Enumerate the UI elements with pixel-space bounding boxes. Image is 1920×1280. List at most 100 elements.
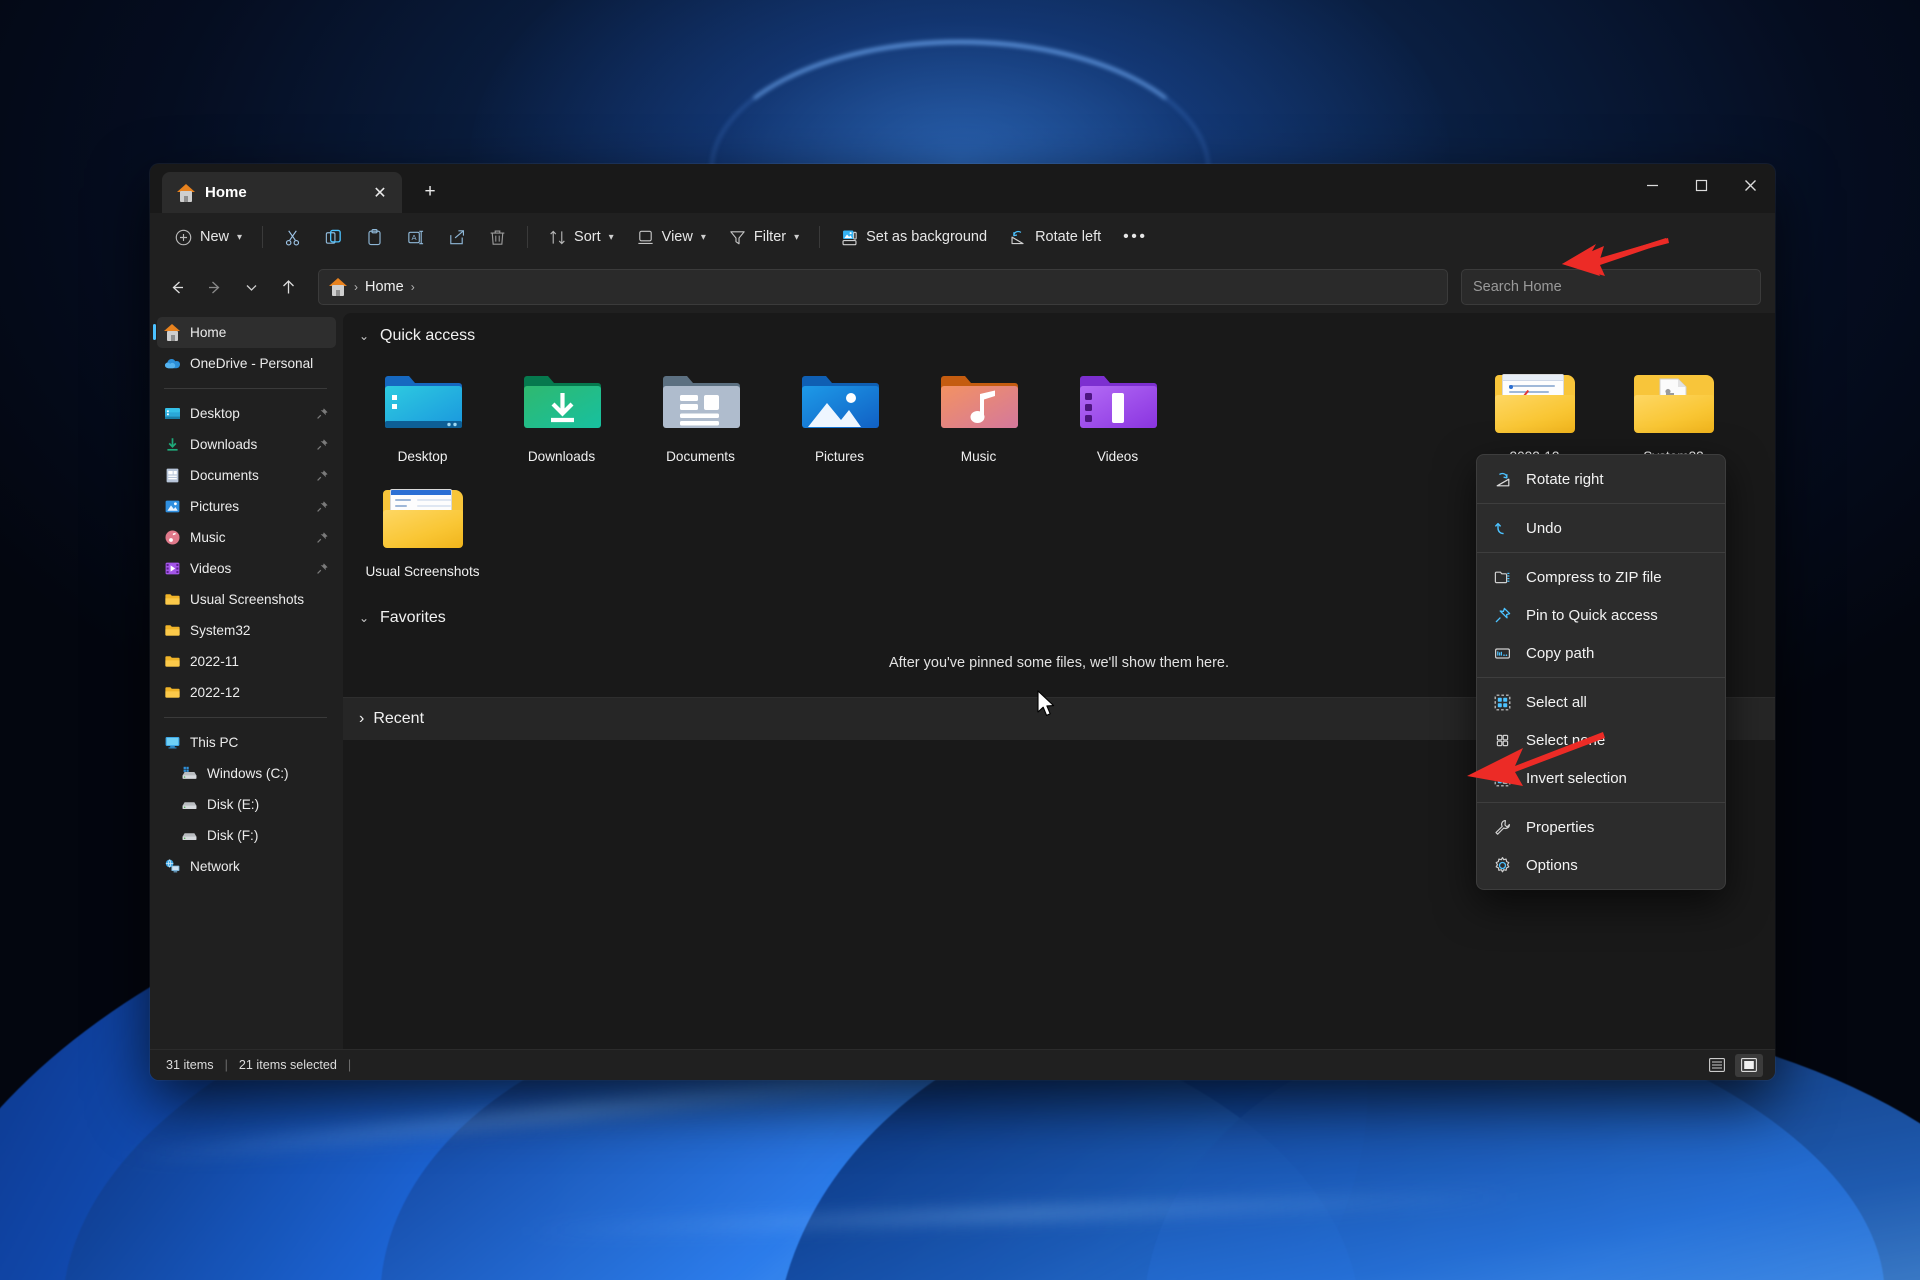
videos-folder-icon — [1072, 365, 1164, 439]
folder-icon — [165, 594, 180, 605]
rotate-left-button[interactable]: Rotate left — [999, 220, 1111, 254]
sidebar-item-desktop[interactable]: Desktop — [157, 398, 336, 429]
file-tile-videos[interactable]: Videos — [1048, 357, 1187, 472]
sidebar-item-pictures[interactable]: Pictures — [157, 491, 336, 522]
file-tile-label: Desktop — [397, 449, 448, 464]
pin-icon[interactable] — [316, 531, 329, 544]
breadcrumb-separator: › — [354, 280, 358, 294]
menu-item-rotate-right[interactable]: Rotate right — [1477, 460, 1725, 498]
breadcrumb[interactable]: › Home › — [318, 269, 1448, 305]
sidebar-item-system32[interactable]: System32 — [157, 615, 336, 646]
rename-button[interactable]: A — [396, 220, 435, 254]
navigation-sidebar[interactable]: Home OneDrive - Personal Desktop Downloa… — [150, 313, 343, 1049]
details-view-button[interactable] — [1703, 1054, 1731, 1077]
copy-button[interactable] — [314, 220, 353, 254]
sidebar-item-usual-screenshots[interactable]: Usual Screenshots — [157, 584, 336, 615]
sidebar-item-windows-c[interactable]: Windows (C:) — [157, 758, 336, 789]
sidebar-item-onedrive[interactable]: OneDrive - Personal — [157, 348, 336, 379]
minimize-button[interactable] — [1628, 164, 1677, 206]
menu-item-properties[interactable]: Properties — [1477, 808, 1725, 846]
sidebar-item-downloads[interactable]: Downloads — [157, 429, 336, 460]
menu-item-copy-path[interactable]: Copy path — [1477, 634, 1725, 672]
maximize-button[interactable] — [1677, 164, 1726, 206]
sidebar-item-music[interactable]: Music — [157, 522, 336, 553]
sidebar-item-label: Home — [190, 325, 227, 340]
menu-item-options[interactable]: Options — [1477, 846, 1725, 884]
view-button[interactable]: View ▾ — [626, 220, 716, 254]
share-icon — [450, 229, 465, 244]
drive-icon — [182, 833, 197, 840]
pin-icon — [1495, 607, 1511, 622]
forward-button[interactable] — [197, 270, 231, 304]
view-toggle-group — [1703, 1053, 1763, 1077]
music-folder-icon — [933, 365, 1025, 439]
file-tile-usual-screenshots[interactable]: Usual Screenshots — [353, 472, 492, 587]
set-as-background-label: Set as background — [866, 229, 988, 245]
paste-button[interactable] — [355, 220, 394, 254]
file-tile-label: Music — [960, 449, 997, 464]
file-tile-placeholder — [1326, 357, 1465, 472]
file-tile-music[interactable]: Music — [909, 357, 1048, 472]
recent-locations-button[interactable] — [234, 270, 268, 304]
scissors-icon — [285, 230, 300, 245]
set-as-background-button[interactable]: Set as background — [830, 220, 997, 254]
see-more-menu[interactable]: Rotate right Undo Compress to ZIP file P… — [1476, 454, 1726, 890]
title-bar: Home ✕ + — [150, 164, 1775, 213]
back-button[interactable] — [160, 270, 194, 304]
sidebar-item-home[interactable]: Home — [153, 317, 336, 348]
menu-item-undo[interactable]: Undo — [1477, 509, 1725, 547]
sidebar-item-disk-e[interactable]: Disk (E:) — [157, 789, 336, 820]
file-tile-pictures[interactable]: Pictures — [770, 357, 909, 472]
sidebar-item-documents[interactable]: Documents — [157, 460, 336, 491]
file-tile-desktop[interactable]: Desktop — [353, 357, 492, 472]
file-tile-documents[interactable]: Documents — [631, 357, 770, 472]
sidebar-item-videos[interactable]: Videos — [157, 553, 336, 584]
sidebar-item-network[interactable]: Network — [157, 851, 336, 882]
filter-button[interactable]: Filter ▾ — [718, 220, 809, 254]
pin-icon[interactable] — [316, 407, 329, 420]
see-more-button[interactable]: ••• — [1113, 220, 1157, 254]
sidebar-item-label: OneDrive - Personal — [190, 356, 314, 371]
windows-drive-icon — [182, 766, 197, 779]
annotation-arrow-see-more — [1562, 238, 1669, 276]
view-button-label: View — [661, 229, 693, 245]
breadcrumb-home[interactable]: Home — [365, 279, 404, 295]
filter-icon — [730, 230, 745, 244]
sort-button[interactable]: Sort ▾ — [538, 220, 624, 254]
sidebar-item-label: This PC — [190, 735, 239, 750]
chevron-right-icon[interactable]: › — [359, 710, 364, 728]
sidebar-item-label: 2022-11 — [190, 654, 239, 669]
tab-home[interactable]: Home ✕ — [162, 172, 402, 213]
quick-access-title: Quick access — [380, 327, 476, 344]
sidebar-item-disk-f[interactable]: Disk (F:) — [157, 820, 336, 851]
sidebar-item-this-pc[interactable]: This PC — [157, 727, 336, 758]
up-button[interactable] — [271, 270, 305, 304]
large-icons-view-button[interactable] — [1735, 1053, 1763, 1077]
chevron-down-icon[interactable]: ⌄ — [359, 329, 371, 343]
cut-button[interactable] — [273, 220, 312, 254]
pin-icon[interactable] — [316, 562, 329, 575]
sidebar-item-2022-12[interactable]: 2022-12 — [157, 677, 336, 708]
pin-icon[interactable] — [316, 469, 329, 482]
sidebar-item-2022-11[interactable]: 2022-11 — [157, 646, 336, 677]
select-all-icon — [1494, 694, 1511, 710]
new-tab-button[interactable]: + — [412, 174, 448, 210]
close-button[interactable] — [1726, 164, 1775, 206]
file-tile-downloads[interactable]: Downloads — [492, 357, 631, 472]
delete-button[interactable] — [478, 220, 517, 254]
pin-icon[interactable] — [316, 438, 329, 451]
chevron-down-icon[interactable]: ⌄ — [359, 611, 371, 625]
share-button[interactable] — [437, 220, 476, 254]
favorites-title: Favorites — [380, 608, 446, 626]
pin-icon[interactable] — [316, 500, 329, 513]
close-tab-icon[interactable]: ✕ — [366, 179, 394, 207]
menu-item-select-all[interactable]: Select all — [1477, 683, 1725, 721]
menu-separator — [1477, 503, 1725, 504]
quick-access-header[interactable]: ⌄ Quick access — [343, 313, 1775, 351]
file-tile-label: Videos — [1096, 449, 1139, 464]
menu-item-pin-to-quick-access[interactable]: Pin to Quick access — [1477, 596, 1725, 634]
sidebar-item-label: 2022-12 — [190, 685, 240, 700]
plus-circle-icon — [175, 229, 192, 245]
new-button[interactable]: New ▾ — [164, 220, 252, 254]
menu-item-compress-to-zip[interactable]: Compress to ZIP file — [1477, 558, 1725, 596]
